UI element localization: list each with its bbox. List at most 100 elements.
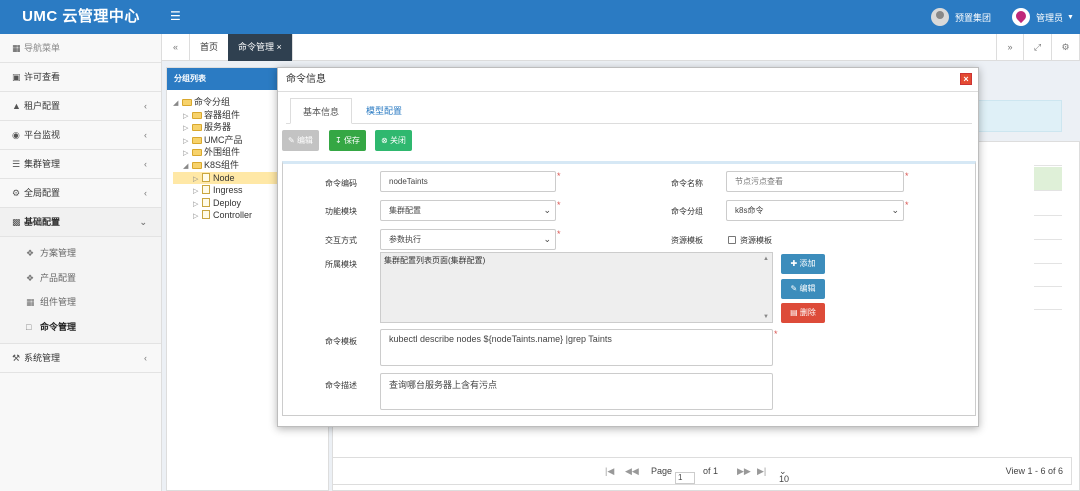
list-icon: ☰ — [12, 159, 21, 169]
sidebar-item-cluster[interactable]: ☰ 集群管理 ‹ — [0, 150, 161, 179]
mode-select-value: 参数执行 — [389, 235, 421, 244]
table-row[interactable] — [1034, 167, 1062, 191]
required-mark: * — [905, 171, 909, 181]
trash-icon: ▤ — [790, 308, 798, 317]
file-icon — [202, 197, 210, 207]
location-pin-icon — [1012, 8, 1030, 26]
gear-icon[interactable]: ⚙ — [1052, 34, 1080, 61]
close-circle-icon: ⊗ — [381, 136, 388, 145]
window-icon: □ — [26, 321, 32, 332]
first-page-icon[interactable]: |◀ — [605, 466, 614, 477]
edit-owner-button[interactable]: ✎ 编辑 — [781, 279, 825, 299]
module-select[interactable]: 集群配置 ⌄ — [380, 200, 556, 221]
close-icon[interactable]: × — [277, 42, 282, 52]
plus-icon: ✚ — [790, 259, 798, 268]
edit-button[interactable]: ✎ 编辑 — [282, 130, 319, 151]
menu-toggle-icon[interactable]: ☰ — [170, 9, 181, 23]
tab-scroll-left-icon[interactable]: « — [162, 34, 190, 61]
puzzle-icon: ▦ — [26, 297, 35, 307]
scroll-up-icon[interactable]: ▲ — [763, 256, 769, 262]
file-icon — [202, 185, 210, 195]
required-mark: * — [905, 200, 909, 210]
prev-page-icon[interactable]: ◀◀ — [625, 466, 639, 477]
mode-label: 交互方式 — [325, 236, 357, 245]
chevron-down-icon: ⌄ — [543, 234, 551, 244]
page-total: of 1 — [703, 466, 719, 476]
save-button[interactable]: ↧ 保存 — [329, 130, 366, 151]
table-row[interactable] — [1034, 241, 1062, 264]
table-row[interactable] — [1034, 265, 1062, 287]
sidebar-item-base[interactable]: ▩ 基础配置 ⌄ — [0, 208, 161, 237]
sidebar-item-monitor[interactable]: ◉ 平台监视 ‹ — [0, 121, 161, 150]
sidebar-sub-product[interactable]: ❖ 产品配置 — [0, 266, 161, 291]
chevron-down-icon: ⌄ — [891, 205, 899, 215]
download-icon: ↧ — [335, 136, 342, 145]
tab-command-manage[interactable]: 命令管理 × — [228, 34, 293, 61]
page-label: Page — [651, 466, 673, 476]
org-switcher[interactable]: 预置集团 — [931, 7, 991, 27]
required-mark: * — [774, 329, 778, 339]
sidebar-item-nav-menu: ▦ 导航菜单 — [0, 34, 161, 63]
folder-icon — [192, 111, 202, 119]
close-button[interactable]: ⊗ 关闭 — [375, 130, 412, 151]
tab-home[interactable]: 首页 — [190, 34, 230, 61]
table-row[interactable] — [1034, 217, 1062, 240]
user-menu[interactable]: 管理员 ▼ — [1012, 7, 1074, 27]
top-bar: UMC 云管理中心 ☰ 预置集团 管理员 ▼ — [0, 0, 1080, 34]
sidebar-item-system[interactable]: ⚒ 系统管理 ‹ — [0, 344, 161, 373]
page-view-info: View 1 - 6 of 6 — [1005, 466, 1063, 476]
bank-icon: ▲ — [12, 101, 21, 111]
card-icon: ▣ — [12, 72, 21, 82]
scroll-down-icon[interactable]: ▼ — [763, 314, 769, 320]
table-row[interactable] — [1034, 192, 1062, 216]
group-select[interactable]: k8s命令 ⌄ — [726, 200, 904, 221]
user-name: 管理员 — [1036, 12, 1064, 23]
mode-select[interactable]: 参数执行 ⌄ — [380, 229, 556, 250]
tab-basic-info[interactable]: 基本信息 — [290, 98, 353, 124]
chevron-down-icon: ▼ — [1067, 13, 1074, 21]
required-mark: * — [557, 171, 561, 181]
sidebar-sub-scheme[interactable]: ❖ 方案管理 — [0, 241, 161, 266]
chevron-down-icon: ⌄ — [543, 205, 551, 215]
last-page-icon[interactable]: ▶| — [757, 466, 766, 477]
add-button[interactable]: ✚ 添加 — [781, 254, 825, 274]
resource-label: 资源模板 — [671, 236, 703, 245]
folder-icon — [192, 136, 202, 144]
resource-checkbox[interactable] — [728, 236, 736, 244]
owner-listbox[interactable]: 集群配置列表页面(集群配置) ▲ ▼ — [380, 252, 773, 323]
required-mark: * — [557, 229, 561, 239]
close-icon[interactable]: × — [960, 73, 972, 85]
tab-scroll-right-icon[interactable]: » — [996, 34, 1024, 61]
sidebar-sub-command[interactable]: □ 命令管理 — [0, 315, 161, 340]
module-label: 功能模块 — [325, 207, 357, 216]
page-size-select[interactable]: 10 ⌄ — [779, 466, 789, 484]
chevron-left-icon: ‹ — [144, 353, 147, 363]
name-input[interactable]: 节点污点查看 — [726, 171, 904, 192]
cube-icon: ❖ — [26, 272, 35, 283]
table-row[interactable] — [1034, 288, 1062, 310]
sidebar-item-license[interactable]: ▣ 许可查看 — [0, 63, 161, 92]
modal-tabs: 基本信息 模型配置 — [286, 98, 972, 124]
folder-icon — [192, 149, 202, 157]
sidebar-item-tenant[interactable]: ▲ 租户配置 ‹ — [0, 92, 161, 121]
template-textarea[interactable]: kubectl describe nodes ${nodeTaints.name… — [380, 329, 773, 366]
code-input[interactable]: nodeTaints — [380, 171, 556, 192]
file-icon — [202, 172, 210, 182]
tab-label: 命令管理 — [238, 42, 275, 52]
tab-bar: « 首页 命令管理 × » ⤢ ⚙ — [162, 34, 1080, 61]
gear-icon: ⚙ — [12, 188, 21, 198]
delete-button[interactable]: ▤ 删除 — [781, 303, 825, 323]
next-page-icon[interactable]: ▶▶ — [737, 466, 751, 477]
org-name: 预置集团 — [955, 12, 992, 23]
cubes-icon: ❖ — [26, 248, 35, 258]
grid-icon: ▦ — [12, 43, 21, 53]
sidebar-sub-component[interactable]: ▦ 组件管理 — [0, 290, 161, 315]
fullscreen-icon[interactable]: ⤢ — [1024, 34, 1052, 61]
tab-model-config[interactable]: 模型配置 — [354, 98, 414, 124]
sidebar: ▦ 导航菜单 ▣ 许可查看 ▲ 租户配置 ‹ ◉ 平台监视 ‹ ☰ 集群管理 ‹ ⚙ 全局配置 ‹ … — [0, 34, 162, 491]
wrench-icon: ⚒ — [12, 353, 21, 363]
sidebar-item-global[interactable]: ⚙ 全局配置 ‹ — [0, 179, 161, 208]
owner-list-item[interactable]: 集群配置列表页面(集群配置) — [384, 256, 485, 265]
modal-title: 命令信息 — [286, 74, 326, 85]
description-textarea[interactable]: 查询哪台服务器上含有污点 — [380, 373, 773, 410]
